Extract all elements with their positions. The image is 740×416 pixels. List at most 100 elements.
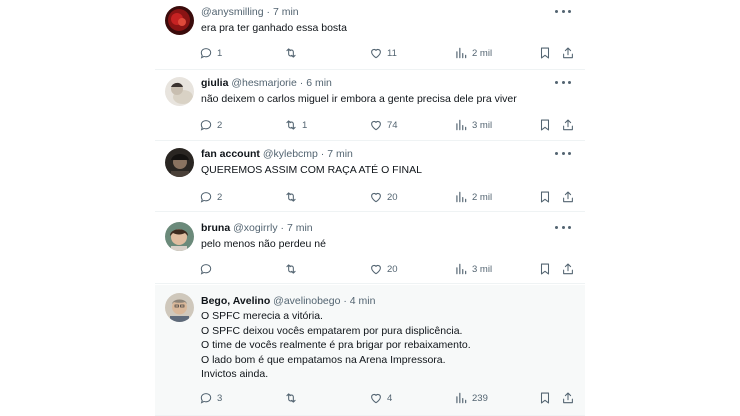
display-name[interactable]: giulia: [201, 77, 228, 89]
retweet-button[interactable]: [284, 45, 302, 61]
more-icon[interactable]: [555, 76, 571, 88]
views-button[interactable]: 2 mil: [454, 189, 492, 205]
user-handle[interactable]: @kylebcmp: [263, 148, 318, 160]
tweet[interactable]: Bego, Avelino @avelinobego · 4 min O SPF…: [155, 285, 585, 416]
action-bar: 3 4 239: [199, 390, 579, 406]
like-button[interactable]: 20: [369, 261, 398, 277]
bookmark-button[interactable]: [538, 261, 552, 277]
tweet-line: pelo menos não perdeu né: [201, 238, 326, 250]
tweet-text: pelo menos não perdeu né: [201, 237, 571, 252]
share-icon: [563, 47, 573, 59]
share-button[interactable]: [561, 390, 575, 406]
share-button[interactable]: [561, 261, 575, 277]
retweet-count: 1: [302, 119, 308, 131]
reply-button[interactable]: [199, 261, 217, 277]
share-button[interactable]: [561, 45, 575, 61]
bookmark-button[interactable]: [538, 189, 552, 205]
bookmark-icon: [540, 392, 550, 404]
avatar-image: [165, 222, 194, 251]
tweet-header: giulia @hesmarjorie · 6 min: [201, 75, 332, 91]
reply-button[interactable]: 2: [199, 189, 222, 205]
heart-icon: [371, 393, 381, 404]
tweet[interactable]: @anysmilling · 7 min era pra ter ganhado…: [155, 0, 585, 70]
action-bar: 2 20 2 mil: [199, 189, 579, 205]
timestamp[interactable]: 4 min: [350, 295, 376, 307]
reply-button[interactable]: 2: [199, 117, 222, 133]
bookmark-button[interactable]: [538, 45, 552, 61]
view-count: 2 mil: [472, 47, 493, 59]
timestamp[interactable]: 6 min: [306, 77, 332, 89]
user-handle[interactable]: @xogirrly: [233, 222, 278, 234]
retweet-button[interactable]: [284, 390, 302, 406]
timestamp[interactable]: 7 min: [327, 148, 353, 160]
tweet[interactable]: fan account @kylebcmp · 7 min QUEREMOS A…: [155, 142, 585, 212]
retweet-icon: [286, 120, 296, 130]
retweet-button[interactable]: [284, 261, 302, 277]
avatar[interactable]: [165, 293, 194, 322]
views-button[interactable]: 2 mil: [454, 45, 492, 61]
tweet-line: O lado bom é que empatamos na Arena Impr…: [201, 353, 446, 366]
tweet[interactable]: bruna @xogirrly · 7 min pelo menos não p…: [155, 213, 585, 284]
heart-icon: [371, 264, 381, 275]
reply-count: 2: [217, 191, 223, 203]
reply-count: 2: [217, 119, 223, 131]
like-button[interactable]: 20: [369, 189, 398, 205]
tweet-text: era pra ter ganhado essa bosta: [201, 21, 571, 36]
tweet-text: O SPFC merecia a vitória. O SPFC deixou …: [201, 309, 571, 382]
share-icon: [563, 263, 573, 275]
bookmark-icon: [540, 263, 550, 275]
avatar[interactable]: [165, 77, 194, 106]
timestamp[interactable]: 7 min: [287, 222, 313, 234]
views-button[interactable]: 3 mil: [454, 117, 492, 133]
user-handle[interactable]: @anysmilling: [201, 6, 264, 18]
more-icon[interactable]: [555, 147, 571, 159]
tweet-header: fan account @kylebcmp · 7 min: [201, 146, 353, 162]
display-name[interactable]: fan account: [201, 148, 260, 160]
share-button[interactable]: [561, 117, 575, 133]
action-bar: 2 1 74 3 mil: [199, 117, 579, 133]
views-icon: [456, 47, 467, 59]
retweet-button[interactable]: 1: [284, 117, 307, 133]
avatar[interactable]: [165, 148, 194, 177]
display-name[interactable]: bruna: [201, 222, 230, 234]
more-icon[interactable]: [555, 5, 571, 17]
reply-count: 1: [217, 47, 223, 59]
reply-icon: [200, 120, 212, 131]
bookmark-button[interactable]: [538, 390, 552, 406]
tweet[interactable]: giulia @hesmarjorie · 6 min não deixem o…: [155, 71, 585, 141]
user-handle[interactable]: @hesmarjorie: [231, 77, 297, 89]
bookmark-icon: [540, 47, 550, 59]
share-button[interactable]: [561, 189, 575, 205]
reply-button[interactable]: 1: [199, 45, 222, 61]
share-icon: [563, 191, 573, 203]
tweet-text: QUEREMOS ASSIM COM RAÇA ATÉ O FINAL: [201, 163, 571, 178]
retweet-icon: [286, 48, 296, 58]
view-count: 239: [472, 392, 488, 404]
reply-icon: [200, 192, 212, 203]
timestamp[interactable]: 7 min: [273, 6, 299, 18]
avatar[interactable]: [165, 222, 194, 251]
avatar[interactable]: [165, 6, 194, 35]
retweet-button[interactable]: [284, 189, 302, 205]
separator: ·: [266, 6, 271, 18]
like-button[interactable]: 11: [369, 45, 397, 61]
bookmark-icon: [540, 191, 550, 203]
retweet-icon: [286, 264, 296, 274]
display-name[interactable]: Bego, Avelino: [201, 295, 270, 307]
bookmark-button[interactable]: [538, 117, 552, 133]
separator: ·: [320, 148, 325, 160]
tweet-line: O SPFC merecia a vitória.: [201, 310, 323, 322]
more-icon[interactable]: [555, 221, 571, 233]
reply-button[interactable]: 3: [199, 390, 222, 406]
like-count: 74: [387, 119, 398, 131]
user-handle[interactable]: @avelinobego: [273, 295, 340, 307]
like-button[interactable]: 4: [369, 390, 392, 406]
tweet-line: QUEREMOS ASSIM COM RAÇA ATÉ O FINAL: [201, 164, 422, 176]
reply-count: 3: [217, 392, 223, 404]
views-button[interactable]: 239: [454, 390, 488, 406]
views-button[interactable]: 3 mil: [454, 261, 492, 277]
retweet-icon: [286, 393, 296, 403]
like-button[interactable]: 74: [369, 117, 398, 133]
tweet-line: era pra ter ganhado essa bosta: [201, 22, 347, 34]
share-icon: [563, 119, 573, 131]
